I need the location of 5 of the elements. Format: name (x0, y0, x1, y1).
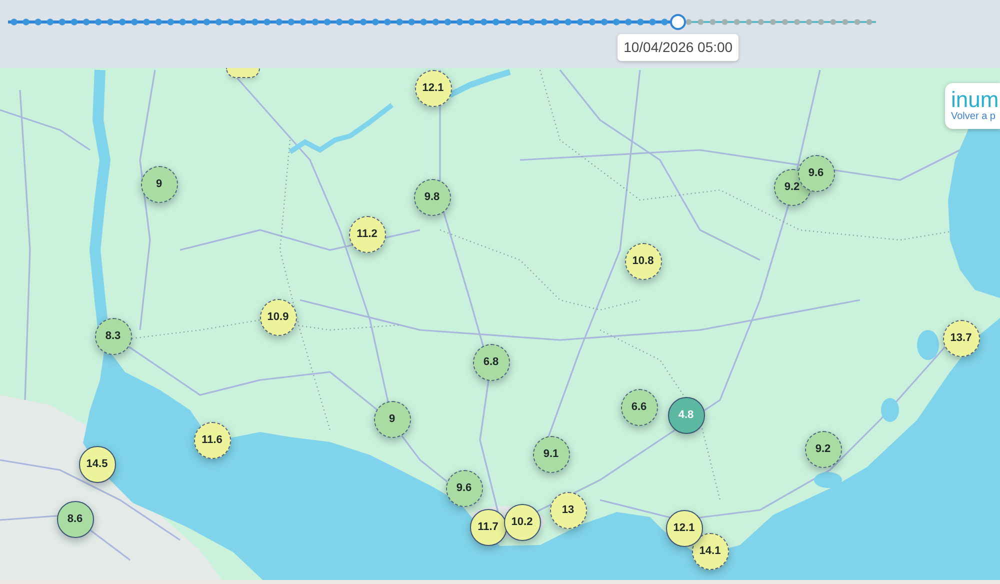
timeline-thumb[interactable] (670, 14, 686, 30)
logo: inum (951, 89, 1000, 111)
time-tooltip: 10/04/2026 05:00 (618, 34, 739, 61)
back-link[interactable]: Volver a p (951, 111, 1000, 123)
weather-marker[interactable] (226, 68, 260, 78)
